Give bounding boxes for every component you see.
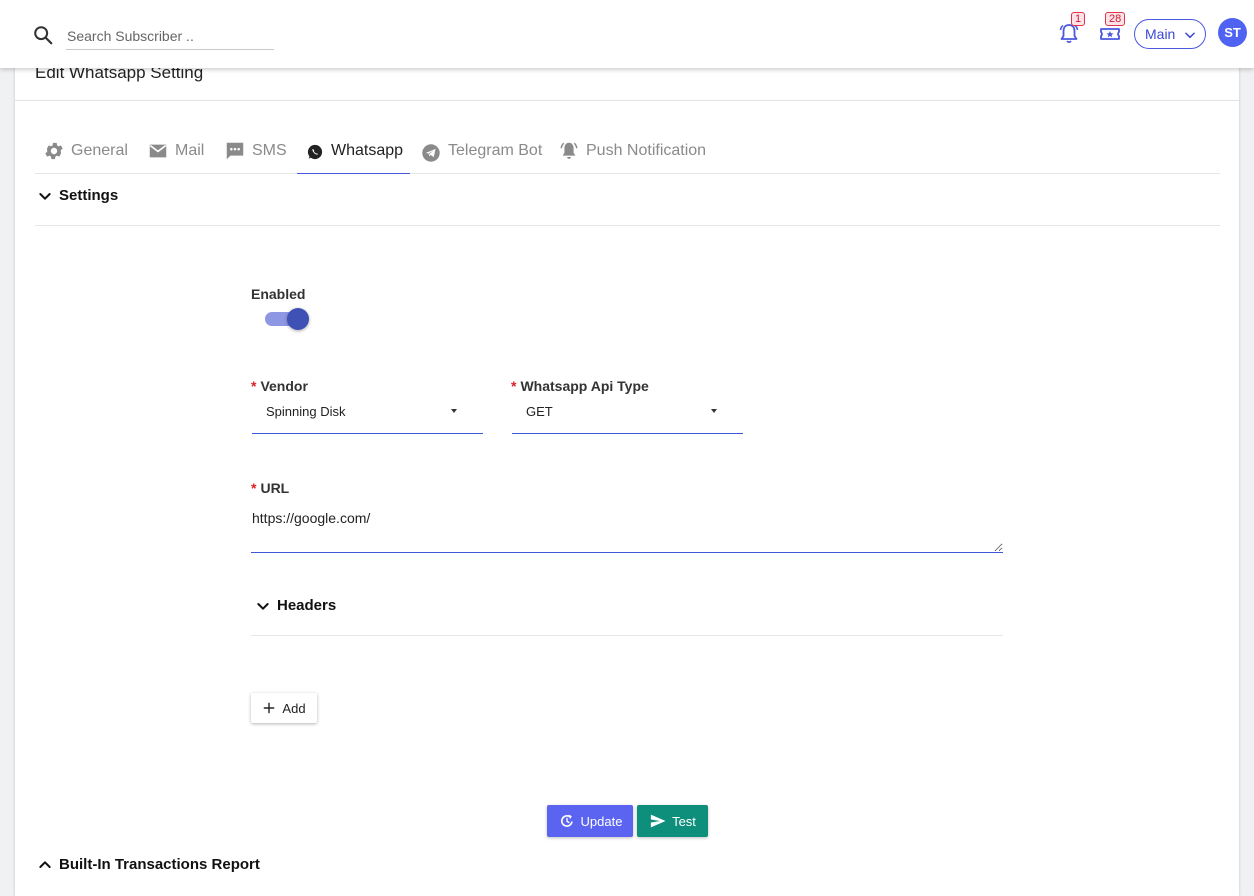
chevron-down-icon: [1185, 32, 1195, 39]
plus-icon: [264, 702, 275, 714]
transactions-report-title: Built-In Transactions Report: [59, 856, 260, 873]
tab-telegram-bot[interactable]: Telegram Bot: [420, 134, 542, 174]
settings-section-toggle[interactable]: Settings: [37, 187, 118, 204]
url-label: * URL: [251, 480, 289, 496]
api-type-label: * Whatsapp Api Type: [511, 378, 649, 394]
refresh-icon: [560, 814, 573, 827]
tab-sms[interactable]: SMS: [224, 134, 287, 174]
add-header-button-label: Add: [282, 700, 306, 716]
avatar[interactable]: ST: [1218, 18, 1247, 47]
vendor-select[interactable]: Spinning Disk: [252, 394, 483, 434]
tab-push-notification[interactable]: Push Notification: [558, 134, 706, 174]
whatsapp-icon: [307, 144, 323, 160]
required-asterisk: *: [251, 480, 257, 496]
chevron-down-icon: [257, 602, 269, 610]
tab-mail[interactable]: Mail: [147, 134, 204, 174]
sms-icon: [226, 142, 244, 160]
tab-telegram-bot-label: Telegram Bot: [448, 142, 543, 159]
headers-divider: [251, 635, 1003, 636]
api-type-select[interactable]: GET: [512, 394, 743, 434]
top-bar: 1 28 Main ST: [0, 0, 1254, 68]
headers-section-title: Headers: [277, 597, 337, 614]
tab-push-notification-label: Push Notification: [586, 142, 707, 159]
chevron-up-icon: [39, 860, 51, 868]
enabled-toggle-knob[interactable]: [287, 308, 309, 330]
api-type-label-text: Whatsapp Api Type: [520, 378, 649, 394]
dropdown-caret-icon: [451, 409, 457, 413]
test-button[interactable]: Test: [637, 805, 708, 837]
notification-count-badge: 1: [1071, 12, 1086, 26]
tab-sms-label: SMS: [252, 142, 287, 159]
settings-card: Edit Whatsapp Setting General Mail SMS W…: [15, 56, 1239, 896]
tab-whatsapp-label: Whatsapp: [331, 142, 404, 159]
test-button-label: Test: [672, 813, 696, 829]
send-icon: [650, 814, 666, 828]
workspace-select[interactable]: Main: [1134, 19, 1206, 49]
transactions-report-section-toggle[interactable]: Built-In Transactions Report: [37, 856, 260, 873]
add-header-button[interactable]: Add: [251, 693, 317, 723]
required-asterisk: *: [511, 378, 517, 394]
vendor-select-value: Spinning Disk: [266, 404, 346, 419]
api-type-select-value: GET: [526, 404, 553, 419]
dropdown-caret-icon: [711, 409, 717, 413]
update-button-label: Update: [580, 813, 623, 829]
vendor-label-text: Vendor: [260, 378, 308, 394]
tab-whatsapp[interactable]: Whatsapp: [297, 134, 410, 174]
tab-general-label: General: [71, 142, 128, 159]
vendor-label: * Vendor: [251, 378, 308, 394]
tickets-count-badge: 28: [1105, 12, 1126, 26]
tab-general[interactable]: General: [43, 134, 128, 174]
search-icon[interactable]: [32, 24, 54, 46]
enabled-label: Enabled: [251, 286, 306, 302]
chevron-down-icon: [39, 192, 51, 200]
workspace-select-value: Main: [1145, 26, 1176, 42]
settings-divider: [35, 225, 1220, 226]
mail-icon: [149, 144, 167, 158]
required-asterisk: *: [251, 378, 257, 394]
tab-mail-label: Mail: [175, 142, 205, 159]
title-divider: [15, 100, 1239, 101]
telegram-icon: [422, 144, 440, 162]
settings-tabs: General Mail SMS Whatsapp Telegram Bot P…: [35, 134, 1220, 174]
settings-section-title: Settings: [59, 187, 119, 204]
headers-section-toggle[interactable]: Headers: [255, 597, 336, 614]
bell-icon: [560, 142, 578, 159]
gear-icon: [45, 142, 63, 160]
url-label-text: URL: [260, 480, 290, 496]
search-input[interactable]: [66, 22, 274, 50]
update-button[interactable]: Update: [547, 805, 633, 837]
url-textarea[interactable]: https://google.com/: [251, 504, 1003, 553]
